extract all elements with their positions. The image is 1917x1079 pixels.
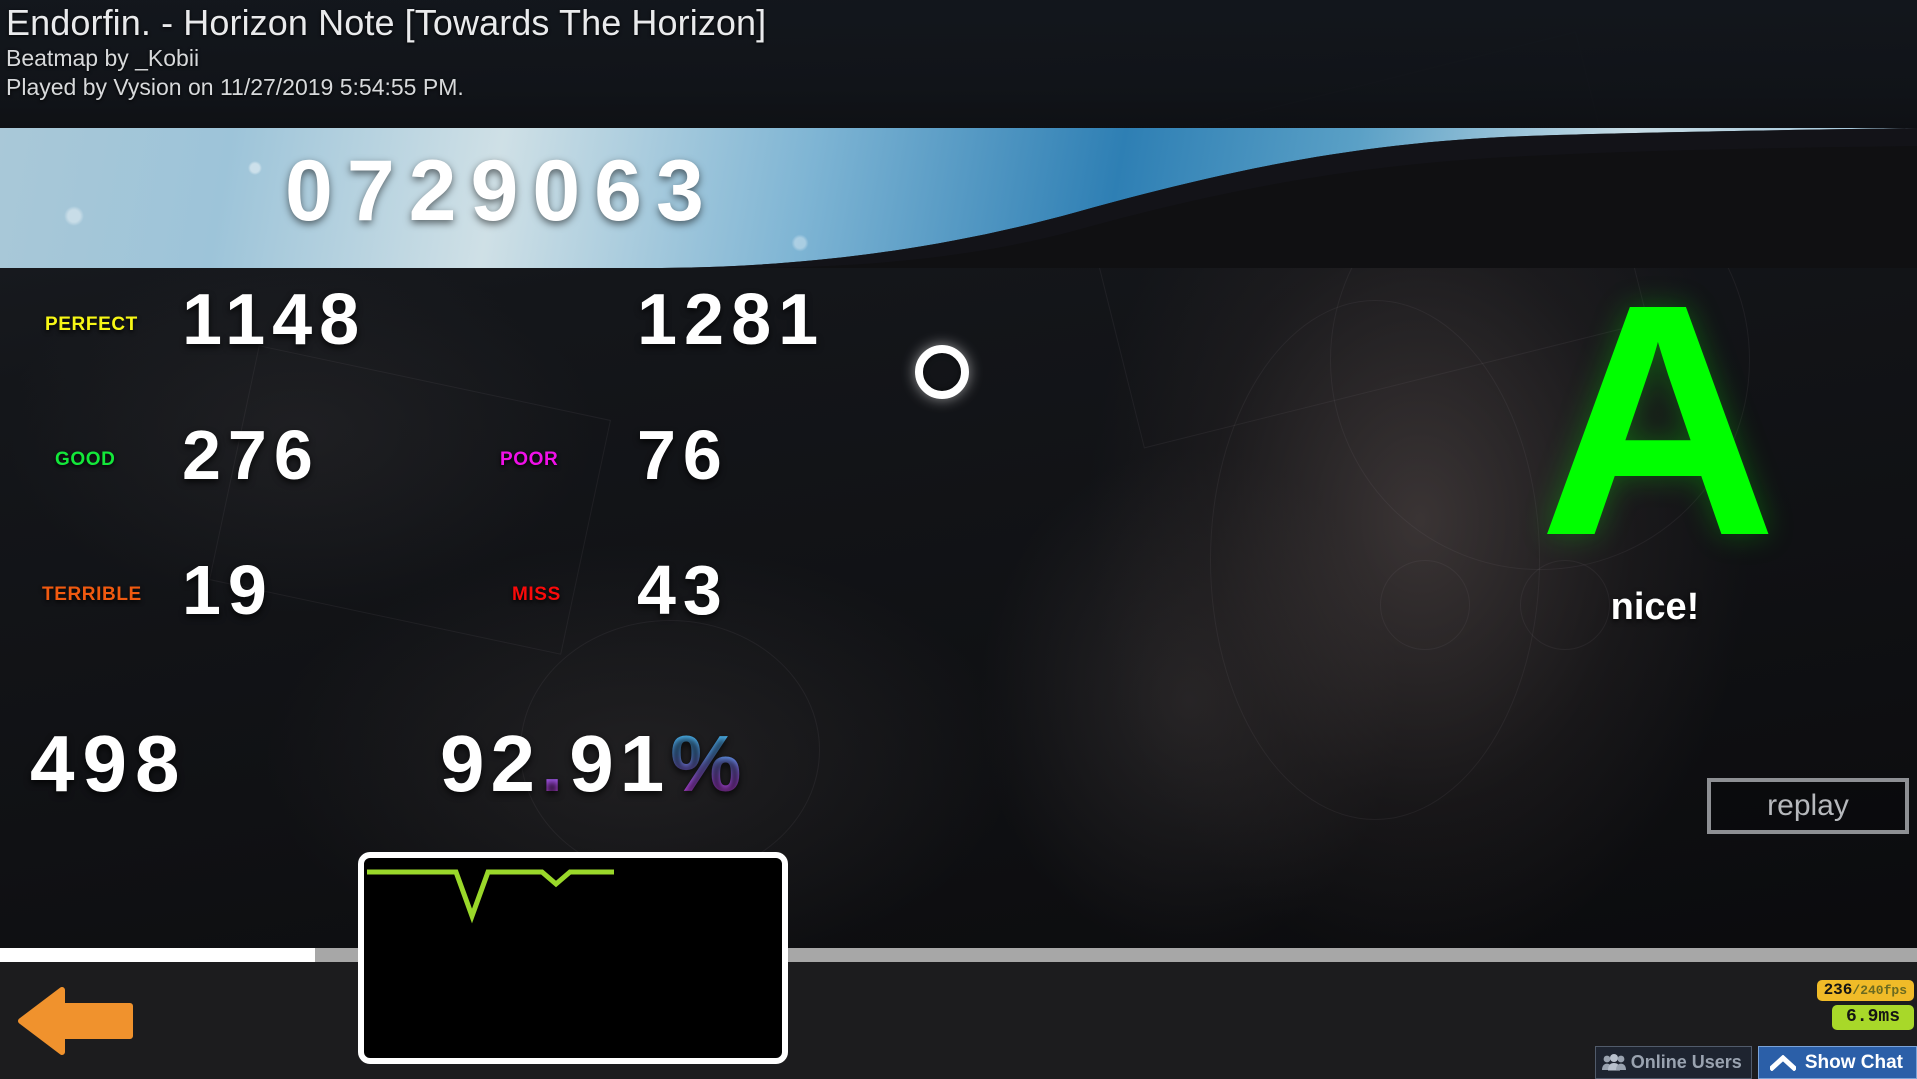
online-users-button[interactable]: Online Users xyxy=(1594,1046,1752,1079)
stat-row-terrible: TERRIBLE 19 MISS 43 xyxy=(0,538,1000,673)
combo-accuracy-row: 498 92. 91% xyxy=(0,718,1000,828)
people-icon xyxy=(1601,1054,1626,1071)
performance-counters: 236/240fps 6.9ms xyxy=(1816,980,1914,1030)
performance-graph-panel xyxy=(358,852,788,1064)
song-progress-bar[interactable] xyxy=(0,948,1917,962)
max-combo-value: 498 xyxy=(30,719,188,808)
judgement-count-terrible: 19 xyxy=(182,551,274,629)
judgement-count-miss: 43 xyxy=(637,551,729,629)
beatmap-author: Beatmap by _Kobii xyxy=(6,45,200,71)
judgement-count-perfect: 1148 xyxy=(182,280,367,360)
online-users-label: Online Users xyxy=(1630,1052,1742,1072)
grade-display: A nice! xyxy=(1490,235,1820,629)
replay-button[interactable]: replay xyxy=(1707,778,1909,834)
accuracy-value: 92. 91% xyxy=(440,718,747,810)
judgement-label-good: GOOD xyxy=(55,449,116,470)
circle-outline-icon xyxy=(915,345,969,399)
judgement-count-poor: 76 xyxy=(637,416,729,494)
judgement-label-miss: MISS xyxy=(512,584,561,605)
play-info: Played by Vysion on 11/27/2019 5:54:55 P… xyxy=(6,74,464,100)
page-title: Endorfin. - Horizon Note [Towards The Ho… xyxy=(6,2,767,43)
fps-target: /240fps xyxy=(1852,983,1907,998)
stat-row-good: GOOD 276 POOR 76 xyxy=(0,403,1000,538)
banner-swoosh-mask xyxy=(647,128,1917,268)
accuracy-decimal-point: . xyxy=(540,719,570,808)
chevron-up-icon xyxy=(1769,1054,1796,1071)
fps-counter: 236/240fps xyxy=(1816,980,1914,1001)
accuracy-integer: 92 xyxy=(440,719,541,808)
judgement-label-poor: POOR xyxy=(500,449,559,470)
score-banner: 0729063 xyxy=(0,128,1917,268)
accuracy-fraction: 91 xyxy=(569,719,671,808)
grade-letter: A xyxy=(1538,235,1777,604)
judgement-label-terrible: TERRIBLE xyxy=(42,584,142,605)
performance-graph-line xyxy=(367,869,614,924)
judgement-label-perfect: PERFECT xyxy=(45,314,138,335)
total-score: 0729063 xyxy=(285,143,718,239)
song-progress-fill xyxy=(0,948,315,962)
accuracy-percent-sign: % xyxy=(670,719,748,808)
judgement-count-good: 276 xyxy=(182,416,320,494)
header-bar: Endorfin. - Horizon Note [Towards The Ho… xyxy=(0,0,1917,128)
judgement-count-marvelous: 1281 xyxy=(637,280,826,360)
stat-row-perfect: PERFECT 1148 1281 xyxy=(0,268,1000,403)
show-chat-button[interactable]: Show Chat xyxy=(1757,1046,1917,1079)
chat-toolbar: Online Users Show Chat xyxy=(1594,1046,1917,1079)
latency-counter: 6.9ms xyxy=(1831,1005,1914,1030)
fps-current: 236 xyxy=(1823,981,1853,999)
show-chat-label: Show Chat xyxy=(1804,1051,1903,1073)
judgement-stats: PERFECT 1148 1281 GOOD 276 POOR 76 TERRI… xyxy=(0,268,1000,673)
back-arrow-icon[interactable] xyxy=(18,985,133,1057)
